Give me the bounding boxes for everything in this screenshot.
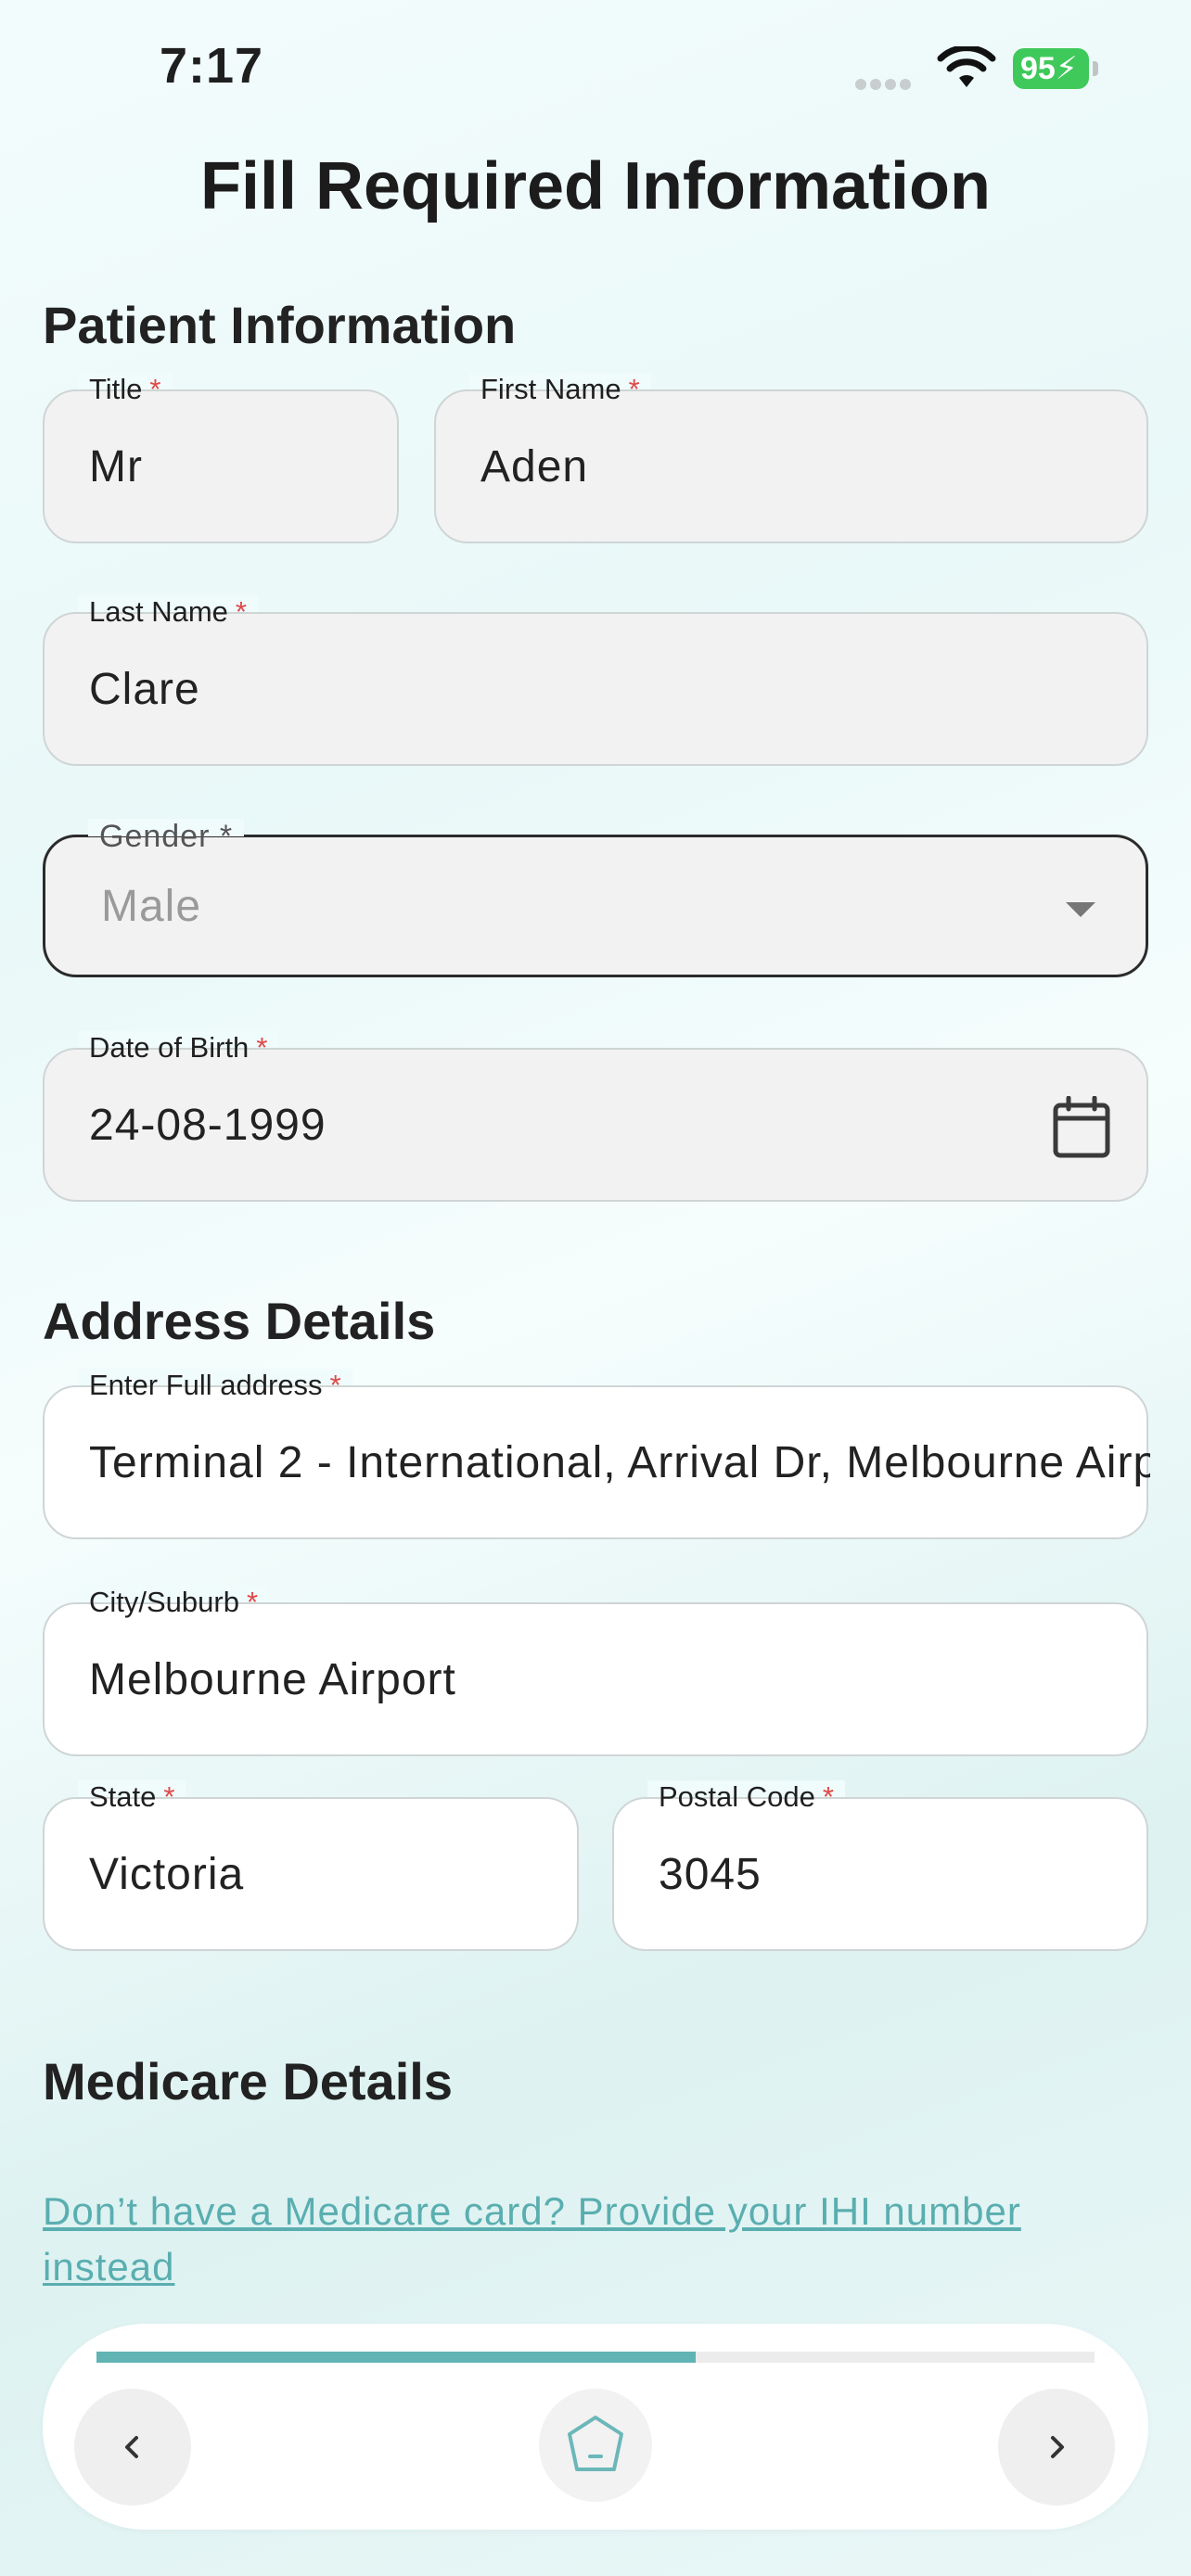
status-bar: 7:17 95⚡ [0,0,1191,139]
date-of-birth-field[interactable]: Date of Birth * 24-08-1999 [43,1031,1148,1202]
first-name-field[interactable]: First Name * Aden [434,373,1148,543]
first-name-value: Aden [480,441,589,491]
progress-bar [96,2352,1095,2363]
status-time: 7:17 [160,38,264,94]
postal-code-field[interactable]: Postal Code * 3045 [612,1780,1148,1951]
next-button[interactable] [998,2389,1115,2506]
gender-value: Male [101,881,202,931]
chevron-right-icon [1051,2436,1064,2458]
full-address-field[interactable]: Enter Full address * Terminal 2 - Interna… [43,1369,1150,1539]
full-address-value: Terminal 2 - International, Arrival Dr, … [89,1437,1150,1487]
postal-code-value: 3045 [659,1849,762,1899]
state-value: Victoria [89,1849,245,1899]
state-field[interactable]: State * Victoria [43,1780,579,1951]
page-title: Fill Required Information [199,149,991,223]
cellular-signal-icon [855,78,920,90]
gender-select[interactable]: Gender * Male [43,819,1148,977]
dropdown-arrow-icon [1066,902,1095,917]
title-value: Mr [89,441,143,491]
ihi-number-link[interactable]: Don’t have a Medicare card? Provide your… [43,2184,1156,2286]
battery-icon: 95⚡ [1013,48,1098,89]
wifi-icon [937,46,996,87]
progress-bar-fill [96,2352,696,2363]
address-section-title: Address Details [43,1292,436,1350]
chevron-left-icon [125,2436,138,2458]
battery-level: 95 [1020,51,1056,86]
date-of-birth-value: 24-08-1999 [89,1100,327,1150]
title-field[interactable]: Title * Mr [43,373,399,543]
home-button[interactable] [539,2389,652,2502]
medicare-section-title: Medicare Details [43,2052,453,2111]
city-suburb-value: Melbourne Airport [89,1654,456,1704]
patient-section-title: Patient Information [43,296,517,354]
bottom-navigation-bar [43,2324,1148,2530]
back-button[interactable] [74,2389,191,2506]
city-suburb-field[interactable]: City/Suburb * Melbourne Airport [43,1586,1148,1756]
last-name-field[interactable]: Last Name * Clare [43,595,1148,766]
last-name-value: Clare [89,664,200,714]
pentagon-logo-icon [568,2416,623,2471]
calendar-icon[interactable] [1052,1096,1111,1159]
